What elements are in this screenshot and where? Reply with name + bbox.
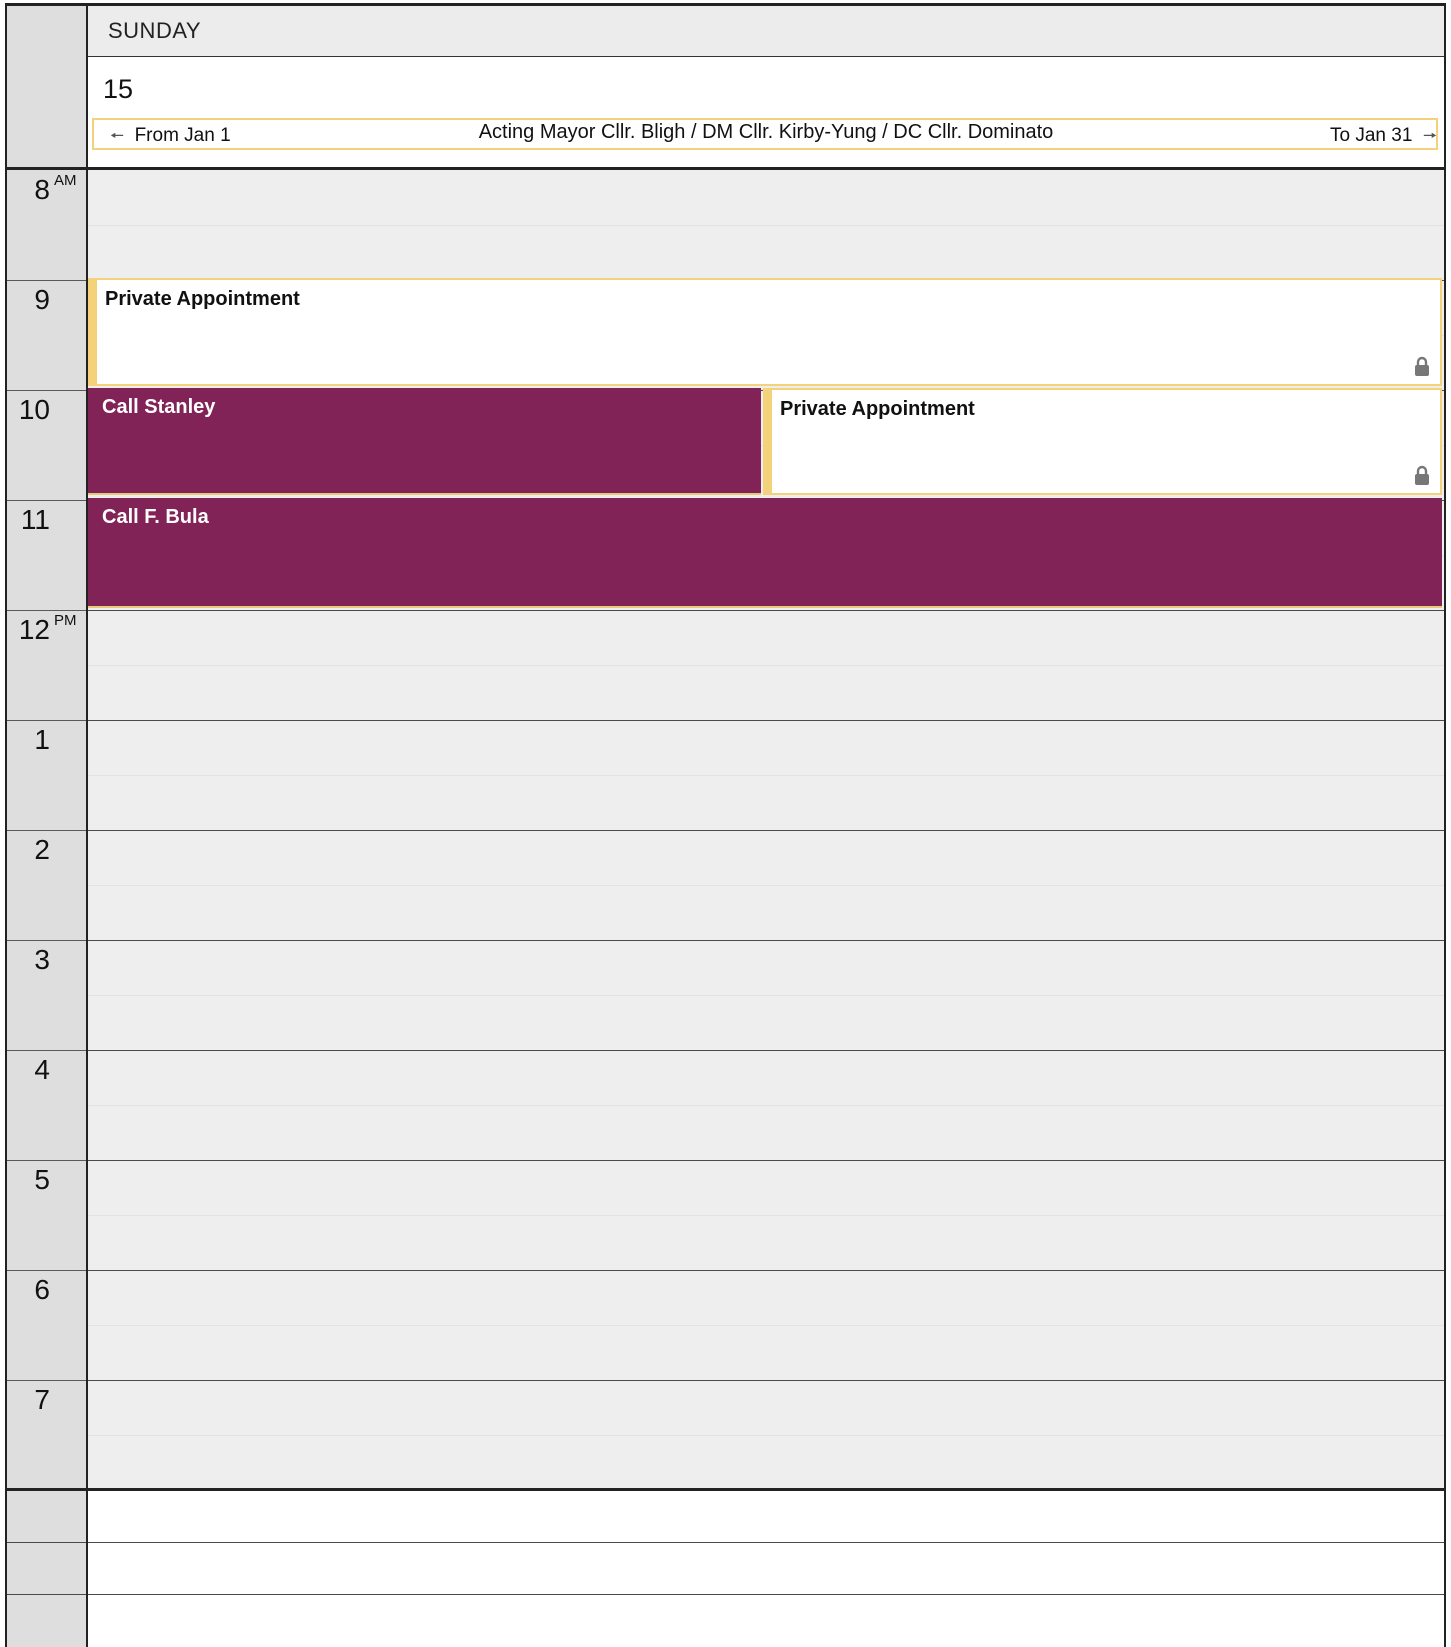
half-hour-line — [88, 225, 1444, 226]
time-label: 9 — [0, 284, 50, 316]
gutter-hour-line — [6, 1050, 87, 1051]
gutter-hour-line — [6, 500, 87, 501]
private-appointment-event[interactable]: Private Appointment — [88, 278, 1442, 386]
time-label: 10 — [0, 394, 50, 426]
time-label-hour: 5 — [34, 1164, 50, 1195]
time-gutter-header — [6, 6, 87, 168]
day-number: 15 — [103, 74, 134, 104]
day-number-area[interactable] — [88, 57, 1444, 168]
hour-line — [88, 1270, 1444, 1271]
notes-area[interactable] — [88, 1491, 1444, 1647]
frame-right — [1444, 5, 1446, 1647]
half-hour-line — [88, 1215, 1444, 1216]
time-label-hour: 4 — [34, 1054, 50, 1085]
hour-line — [88, 720, 1444, 721]
half-hour-line — [88, 775, 1444, 776]
half-hour-line — [88, 885, 1444, 886]
arrow-right-icon: 🠖 — [1422, 128, 1437, 145]
gutter-hour-line — [6, 610, 87, 611]
day-header[interactable] — [88, 6, 1444, 57]
notes-row-line — [6, 1594, 1444, 1595]
time-label-hour: 9 — [34, 284, 50, 315]
time-label: 11 — [0, 504, 50, 536]
day-calendar-view: SUNDAY 15 🠔 From Jan 1 Acting Mayor Cllr… — [0, 0, 1451, 1647]
hour-line — [88, 1050, 1444, 1051]
time-label: 7 — [0, 1384, 50, 1416]
gutter-hour-line — [6, 720, 87, 721]
event-title: Call F. Bula — [102, 506, 209, 528]
time-label-hour: 7 — [34, 1384, 50, 1415]
lock-icon — [1414, 465, 1430, 485]
gutter-hour-line — [6, 1270, 87, 1271]
time-gutter-footer — [6, 1490, 87, 1647]
time-label: 2 — [0, 834, 50, 866]
half-hour-line — [88, 1435, 1444, 1436]
hour-line — [88, 940, 1444, 941]
time-label: 4 — [0, 1054, 50, 1086]
half-hour-line — [88, 1325, 1444, 1326]
call-event[interactable]: Call F. Bula — [88, 498, 1442, 608]
lock-icon — [1414, 356, 1430, 376]
gutter-hour-line — [6, 1380, 87, 1381]
half-hour-line — [88, 1105, 1444, 1106]
time-label: 3 — [0, 944, 50, 976]
gutter-hour-line — [6, 390, 87, 391]
time-label-ampm: PM — [54, 612, 77, 629]
gutter-divider — [86, 6, 88, 1647]
event-title: Private Appointment — [780, 398, 975, 420]
hour-line — [88, 1380, 1444, 1381]
gutter-hour-line — [6, 280, 87, 281]
time-label-hour: 2 — [34, 834, 50, 865]
half-hour-line — [88, 665, 1444, 666]
frame-top — [5, 3, 1446, 6]
call-event[interactable]: Call Stanley — [88, 388, 761, 495]
gutter-hour-line — [6, 830, 87, 831]
day-name: SUNDAY — [108, 18, 202, 43]
time-label-hour: 8 — [34, 174, 50, 205]
time-label-hour: 1 — [34, 724, 50, 755]
private-appointment-event[interactable]: Private Appointment — [763, 388, 1442, 495]
time-label: 8 — [0, 174, 50, 206]
time-label-ampm: AM — [54, 172, 77, 189]
hour-line — [88, 830, 1444, 831]
gutter-hour-line — [6, 940, 87, 941]
time-label-hour: 12 — [18, 614, 50, 645]
time-label-hour: 3 — [34, 944, 50, 975]
time-label: 1 — [0, 724, 50, 756]
time-label-hour: 10 — [18, 394, 50, 425]
event-title: Call Stanley — [102, 396, 216, 418]
frame-left — [5, 5, 7, 1647]
time-label-hour: 11 — [20, 504, 50, 535]
time-label-hour: 6 — [34, 1274, 50, 1305]
time-label: 6 — [0, 1274, 50, 1306]
banner-to-label: To Jan 31 — [1330, 125, 1413, 146]
notes-row-line — [6, 1542, 1444, 1543]
hour-line — [88, 1160, 1444, 1161]
hour-line — [88, 610, 1444, 611]
half-hour-line — [88, 995, 1444, 996]
time-label: 12 — [0, 614, 50, 646]
time-label: 5 — [0, 1164, 50, 1196]
banner-to-link[interactable]: To Jan 31 🠖 — [1330, 125, 1437, 152]
banner-title: Acting Mayor Cllr. Bligh / DM Cllr. Kirb… — [478, 121, 1054, 143]
event-title: Private Appointment — [105, 288, 300, 310]
gutter-hour-line — [6, 1160, 87, 1161]
